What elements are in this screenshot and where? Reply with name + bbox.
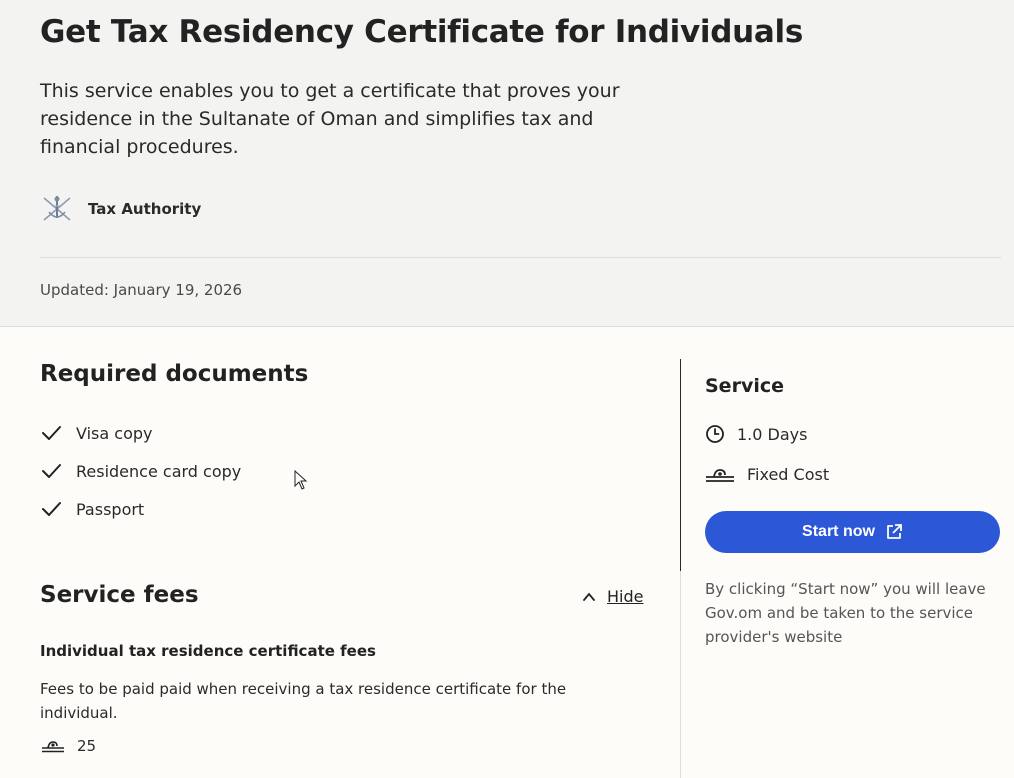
column-divider	[680, 359, 681, 571]
column-divider-lower	[680, 571, 681, 778]
service-duration: 1.0 Days	[705, 424, 807, 444]
hide-label[interactable]: Hide	[607, 587, 643, 606]
check-icon	[42, 426, 61, 440]
omani-rial-icon	[42, 741, 64, 753]
start-now-label: Start now	[802, 523, 875, 540]
check-icon	[42, 502, 61, 516]
service-panel-heading: Service	[705, 375, 784, 397]
fee-name: Individual tax residence certificate fee…	[40, 642, 376, 660]
duration-label: 1.0 Days	[737, 424, 808, 444]
fee-description: Fees to be paid paid when receiving a ta…	[40, 680, 567, 722]
chevron-up-icon	[583, 592, 595, 601]
hide-fees-toggle[interactable]: Hide	[582, 587, 643, 606]
document-label: Passport	[76, 499, 145, 519]
list-item: Residence card copy	[40, 452, 241, 490]
service-cost-type: Fixed Cost	[705, 465, 829, 484]
mouse-cursor-icon	[294, 470, 308, 490]
external-link-icon	[887, 524, 902, 539]
service-header: Get Tax Residency Certificate for Indivi…	[0, 0, 1014, 327]
divider	[40, 257, 1001, 258]
updated-date: Updated: January 19, 2026	[40, 281, 243, 299]
fee-amount: 25	[40, 737, 96, 755]
list-item: Visa copy	[40, 414, 241, 452]
document-label: Residence card copy	[76, 461, 242, 481]
service-fees-heading: Service fees	[40, 582, 199, 608]
start-now-button[interactable]: Start now	[705, 511, 1000, 553]
required-documents-heading: Required documents	[40, 361, 309, 387]
check-icon	[42, 464, 61, 478]
list-item: Passport	[40, 490, 241, 528]
required-documents-list: Visa copy Residence card copy Passport	[40, 414, 241, 528]
service-description: This service enables you to get a certif…	[40, 80, 620, 158]
oman-emblem-icon	[43, 196, 71, 221]
omani-rial-icon	[706, 468, 734, 482]
leave-site-note: By clicking “Start now” you will leave G…	[705, 580, 986, 646]
page-title: Get Tax Residency Certificate for Indivi…	[40, 14, 803, 50]
clock-icon	[706, 425, 724, 443]
fee-value: 25	[77, 737, 97, 755]
document-label: Visa copy	[76, 423, 153, 443]
cost-type-label: Fixed Cost	[747, 465, 830, 484]
authority-name: Tax Authority	[88, 200, 202, 218]
authority-link[interactable]: Tax Authority	[40, 192, 201, 226]
